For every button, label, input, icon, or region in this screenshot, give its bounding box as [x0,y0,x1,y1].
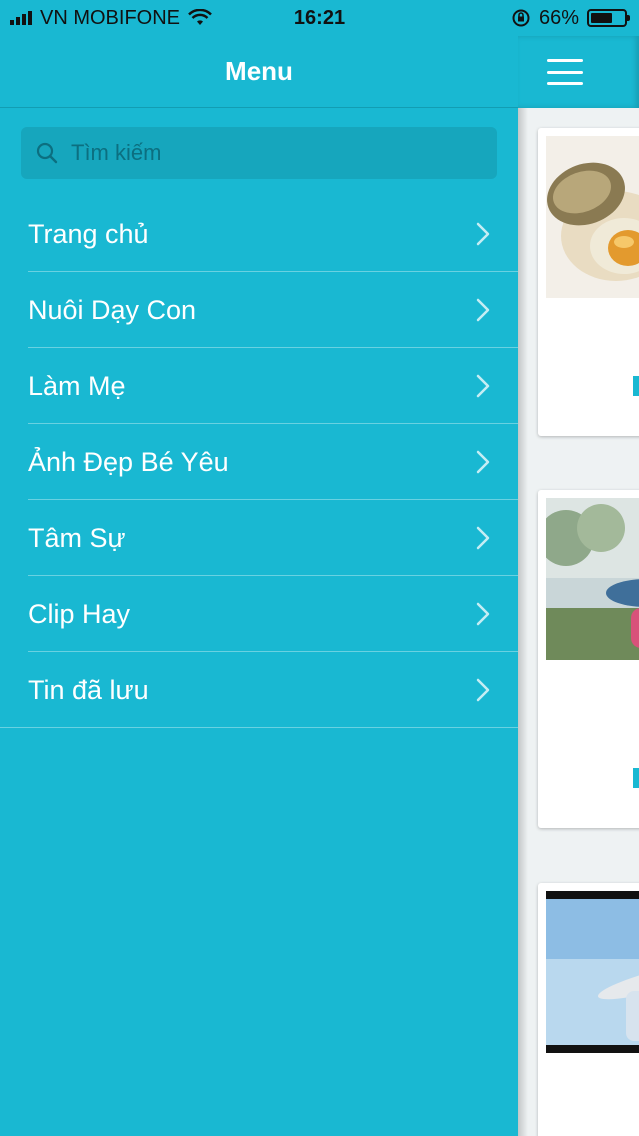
menu-item-label: Clip Hay [28,598,131,629]
menu-item-anh-dep-be-yeu[interactable]: Ảnh Đẹp Bé Yêu [0,424,518,500]
menu-item-label: Ảnh Đẹp Bé Yêu [28,446,229,477]
menu-item-label: Làm Mẹ [28,370,126,401]
carrier-name: VN MOBIFONE [40,6,181,29]
card-accent [633,768,639,788]
chevron-right-icon [476,678,490,702]
article-card[interactable] [538,490,639,828]
menu-list: Trang chủ Nuôi Dạy Con Làm Mẹ Ảnh Đẹp Bé… [0,196,518,728]
chevron-right-icon [476,298,490,322]
menu-item-label: Trang chủ [28,218,149,249]
status-right: 66% [511,6,630,30]
card-accent [633,376,639,396]
drawer-shadow [518,108,528,1136]
menu-item-lam-me[interactable]: Làm Mẹ [0,348,518,424]
battery-percent: 66% [538,6,579,29]
menu-item-tam-su[interactable]: Tâm Sự [0,500,518,576]
article-thumbnail [546,891,639,1053]
menu-item-label: Nuôi Dạy Con [28,294,197,325]
battery-fill [591,13,613,23]
search-bar[interactable] [21,127,497,179]
side-drawer: Menu Trang chủ Nuôi Dạy Con Làm Mẹ Ảnh Đ… [0,0,518,1136]
menu-item-label: Tin đã lưu [28,674,149,705]
orientation-lock-icon [512,9,530,27]
wifi-icon [188,9,212,25]
chevron-right-icon [476,374,490,398]
hamburger-menu-icon[interactable] [547,59,583,85]
battery-icon [587,9,630,27]
menu-item-trang-chu[interactable]: Trang chủ [0,196,518,272]
chevron-right-icon [476,526,490,550]
content-header [518,36,639,108]
drawer-header: Menu [0,36,518,108]
article-card[interactable] [538,883,639,1136]
article-thumbnail [546,498,639,660]
drawer-title: Menu [225,56,293,86]
menu-item-nuoi-day-con[interactable]: Nuôi Dạy Con [0,272,518,348]
menu-item-label: Tâm Sự [28,522,126,553]
status-bar: VN MOBIFONE 16:21 66% [0,0,639,36]
search-input[interactable] [71,140,471,166]
main-content[interactable] [518,0,639,1136]
menu-item-clip-hay[interactable]: Clip Hay [0,576,518,652]
menu-item-tin-da-luu[interactable]: Tin đã lưu [0,652,518,728]
chevron-right-icon [476,222,490,246]
search-icon [36,142,58,164]
status-left: VN MOBIFONE [10,7,212,30]
article-card[interactable] [538,128,639,436]
article-thumbnail [546,136,639,298]
chevron-right-icon [476,602,490,626]
signal-icon [10,11,32,25]
chevron-right-icon [476,450,490,474]
